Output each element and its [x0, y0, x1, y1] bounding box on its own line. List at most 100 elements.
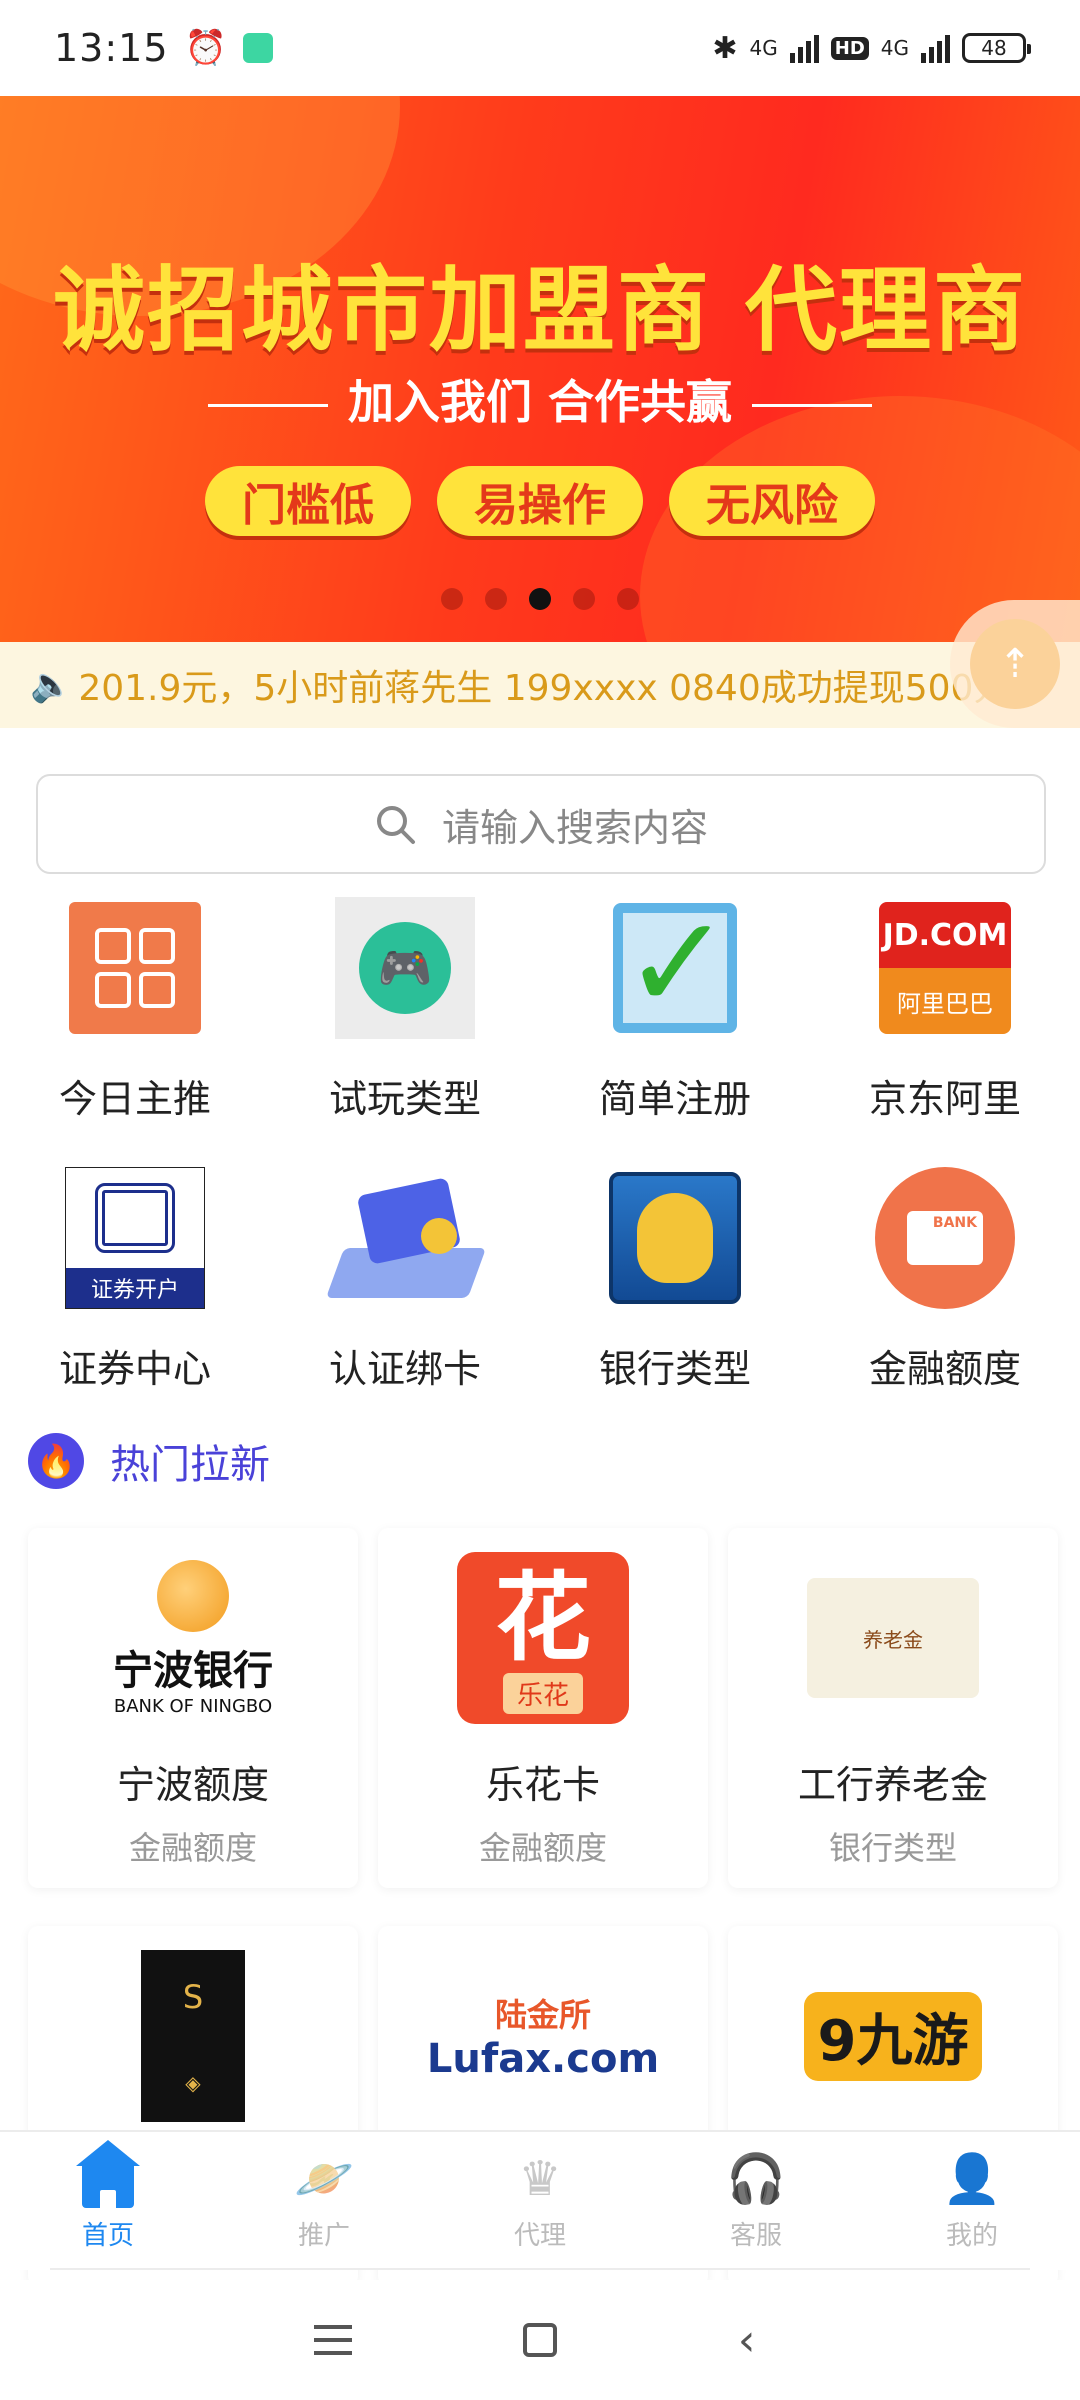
fire-icon: 🔥: [28, 1433, 84, 1489]
category-label: 简单注册: [598, 1077, 751, 1121]
banner-pill: 门槛低: [205, 466, 411, 536]
lufax-logo: 陆金所 Lufax.com: [426, 1996, 660, 2082]
hot-section-title: 热门拉新: [110, 1442, 270, 1488]
card-category: 金融额度: [128, 1829, 257, 1867]
status-time: 13:15: [54, 26, 169, 70]
jiuyou-logo: 9九游: [803, 1946, 983, 2126]
carousel-dot[interactable]: [485, 588, 507, 610]
nav-label: 我的: [945, 2220, 998, 2251]
category-item-recommend[interactable]: 今日主推: [0, 894, 270, 1164]
nav-label: 首页: [81, 2220, 134, 2251]
planet-icon: 🪐: [294, 2151, 354, 2207]
banner-title: 诚招城市加盟商 代理商: [52, 257, 1028, 364]
nav-tab-home[interactable]: 首页: [0, 2132, 216, 2270]
user-icon: 👤: [942, 2151, 1002, 2207]
banner-pills: 门槛低 易操作 无风险: [0, 466, 1080, 536]
carousel-dot[interactable]: [617, 588, 639, 610]
banner-subtitle: 加入我们 合作共赢: [347, 375, 732, 429]
speaker-icon: 🔈: [30, 665, 73, 705]
hot-section-header: 🔥 热门拉新: [28, 1432, 270, 1490]
card-category: 银行类型: [828, 1829, 957, 1867]
nav-tab-agent[interactable]: ♛ 代理: [432, 2132, 648, 2270]
alarm-icon: ⏰: [184, 28, 227, 68]
headset-icon: 🎧: [726, 2151, 786, 2207]
divider: [752, 404, 872, 407]
search-icon: [376, 806, 415, 844]
divider: [50, 2268, 1030, 2270]
category-grid: 今日主推 🎮 试玩类型 ✓ 简单注册 JD.COM 阿里巴巴 京东阿里 证券开户 …: [0, 894, 1080, 1434]
lehua-logo: 花乐花: [453, 1548, 633, 1728]
carousel-dot[interactable]: [441, 588, 463, 610]
menu-icon: [314, 2325, 353, 2355]
bluetooth-icon: ✱: [712, 30, 738, 66]
hd-badge: HD: [830, 36, 869, 60]
hot-card[interactable]: 宁波银行 BANK OF NINGBO 宁波额度 金融额度: [28, 1528, 358, 1888]
card-name: 工行养老金: [797, 1763, 988, 1807]
nav-tab-support[interactable]: 🎧 客服: [648, 2132, 864, 2270]
chevron-left-icon: ‹: [737, 2314, 756, 2366]
category-label: 试玩类型: [328, 1077, 481, 1121]
securities-icon: 证券开户: [65, 1167, 205, 1309]
nav-label: 推广: [297, 2220, 350, 2251]
carousel-dot[interactable]: [573, 588, 595, 610]
category-item-finance[interactable]: BANK 金融额度: [810, 1164, 1080, 1434]
category-item-securities[interactable]: 证券开户 证券中心: [0, 1164, 270, 1434]
black-brand-logo: S ◈: [103, 1946, 283, 2126]
category-item-jd-alibaba[interactable]: JD.COM 阿里巴巴 京东阿里: [810, 894, 1080, 1164]
search-placeholder: 请输入搜索内容: [441, 805, 708, 850]
home-icon: [76, 2139, 140, 2208]
nav-label: 客服: [729, 2220, 782, 2251]
carousel-dot-active[interactable]: [529, 588, 551, 610]
category-item-register[interactable]: ✓ 简单注册: [540, 894, 810, 1164]
card-verify-icon: [325, 1177, 487, 1298]
wechat-icon: [242, 33, 273, 63]
nav-label: 代理: [513, 2220, 566, 2251]
system-nav-bar: ‹: [0, 2280, 1080, 2400]
bank-of-ningbo-logo: 宁波银行 BANK OF NINGBO: [103, 1548, 283, 1728]
search-input[interactable]: 请输入搜索内容: [36, 774, 1046, 874]
category-label: 京东阿里: [868, 1077, 1021, 1121]
category-item-trial[interactable]: 🎮 试玩类型: [270, 894, 540, 1164]
category-label: 银行类型: [598, 1347, 751, 1391]
crown-icon: ♛: [518, 2150, 562, 2207]
nav-tab-promote[interactable]: 🪐 推广: [216, 2132, 432, 2270]
battery-icon: 48: [962, 33, 1031, 63]
banner-pill: 无风险: [669, 466, 875, 536]
nav-tab-profile[interactable]: 👤 我的: [864, 2132, 1080, 2270]
bottom-nav: 首页 🪐 推广 ♛ 代理 🎧 客服 👤 我的: [0, 2130, 1080, 2270]
signal-icon: [789, 33, 819, 63]
money-bag-icon: [609, 1172, 741, 1304]
card-name: 乐花卡: [485, 1763, 600, 1807]
status-bar: 13:15 ⏰ ✱ 4G HD 4G 48: [0, 0, 1080, 96]
checkmark-icon: ✓: [613, 898, 737, 1033]
gamepad-icon: 🎮: [335, 897, 475, 1039]
category-label: 今日主推: [58, 1077, 211, 1121]
divider: [207, 404, 328, 407]
banner-pill: 易操作: [437, 466, 643, 536]
upload-icon: ⇡: [970, 619, 1060, 709]
network-type-1: 4G: [749, 36, 778, 60]
network-type-2: 4G: [880, 36, 909, 60]
category-item-bank[interactable]: 银行类型: [540, 1164, 810, 1434]
withdraw-notice: 🔈 201.9元，5小时前蒋先生 199xxxx 0840成功提现500元，: [0, 642, 1080, 728]
card-category: 金融额度: [478, 1829, 607, 1867]
carousel-dots: [0, 588, 1080, 610]
back-button[interactable]: ‹: [715, 2308, 779, 2372]
hot-card[interactable]: 花乐花 乐花卡 金融额度: [378, 1528, 708, 1888]
promo-banner[interactable]: 诚招城市加盟商 代理商 加入我们 合作共赢 门槛低 易操作 无风险: [0, 96, 1080, 642]
category-item-card-verify[interactable]: 认证绑卡: [270, 1164, 540, 1434]
notice-text: 201.9元，5小时前蒋先生 199xxxx 0840成功提现500元，: [78, 668, 1046, 709]
square-icon: [522, 2323, 557, 2357]
pension-logo: 养老金: [803, 1548, 983, 1728]
category-label: 金融额度: [868, 1347, 1021, 1391]
hot-card[interactable]: 养老金 工行养老金 银行类型: [728, 1528, 1058, 1888]
category-label: 认证绑卡: [328, 1347, 481, 1391]
floating-upload-button[interactable]: ⇡: [950, 600, 1080, 728]
bank-card-icon: BANK: [875, 1167, 1015, 1309]
menu-button[interactable]: [301, 2308, 365, 2372]
card-name: 宁波额度: [116, 1763, 269, 1807]
home-button[interactable]: [508, 2308, 572, 2372]
recommend-icon: [69, 902, 201, 1034]
jd-alibaba-icon: JD.COM 阿里巴巴: [879, 902, 1011, 1034]
category-label: 证券中心: [58, 1347, 211, 1391]
